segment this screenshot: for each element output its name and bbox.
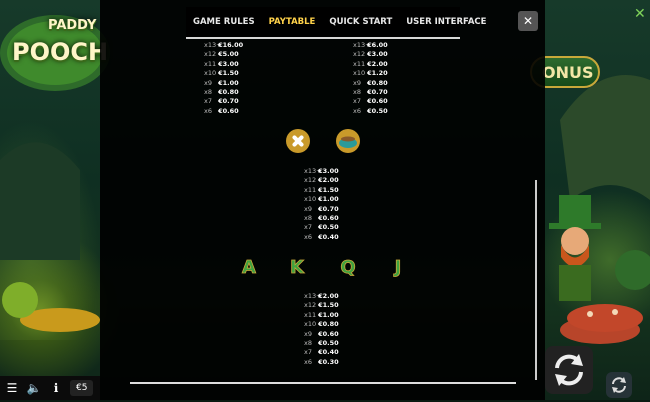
pay-row: x11 €1.00 bbox=[304, 310, 339, 319]
pay-row: x13+ €3.00 bbox=[304, 167, 339, 175]
pay-row: x7 €0.50 bbox=[304, 223, 339, 232]
letter-j-symbol-icon: J bbox=[392, 257, 402, 279]
pay-row: x13+ €2.00 bbox=[304, 292, 339, 300]
pay-row: x10 €0.80 bbox=[304, 320, 339, 329]
logo-line-1: PADDY bbox=[48, 18, 97, 33]
info-icon[interactable]: ℹ bbox=[46, 378, 66, 398]
autoplay-button[interactable] bbox=[606, 372, 632, 398]
pay-row: x10 €1.50 bbox=[204, 69, 239, 78]
tab-paytable[interactable]: PAYTABLE bbox=[262, 14, 323, 30]
tab-quick-start[interactable]: QUICK START bbox=[322, 14, 399, 30]
letter-q-symbol-icon: Q bbox=[340, 257, 356, 279]
pay-row: x12 €5.00 bbox=[204, 50, 239, 59]
pay-row: x12 €3.00 bbox=[353, 50, 388, 59]
pay-row: x8 €0.70 bbox=[353, 88, 388, 97]
spin-button[interactable] bbox=[545, 346, 593, 394]
help-tab-bar: GAME RULES PAYTABLE QUICK START USER INT… bbox=[186, 7, 486, 39]
paytable-top-left: x13+ €16.00 x12 €5.00 x11 €3.00 x10 €1.5… bbox=[204, 41, 243, 116]
svg-text:Q: Q bbox=[340, 257, 355, 278]
tab-game-rules[interactable]: GAME RULES bbox=[186, 14, 262, 30]
svg-text:A: A bbox=[242, 257, 256, 278]
pay-row: x13+ €6.00 bbox=[353, 41, 388, 49]
close-button[interactable]: ✕ bbox=[518, 11, 538, 31]
svg-text:J: J bbox=[393, 257, 402, 278]
pay-row: x9 €0.70 bbox=[304, 204, 339, 213]
pay-row: x7 €0.60 bbox=[353, 97, 388, 106]
pay-row: x11 €3.00 bbox=[204, 59, 239, 68]
pay-row: x8 €0.60 bbox=[304, 214, 339, 223]
paytable-top-right: x13+ €6.00 x12 €3.00 x11 €2.00 x10 €1.20… bbox=[353, 41, 388, 116]
food-bowl-symbol-icon bbox=[336, 129, 360, 153]
letter-a-symbol-icon: A bbox=[242, 257, 257, 279]
pay-row: x6 €0.40 bbox=[304, 232, 339, 241]
pay-row: x10 €1.00 bbox=[304, 195, 339, 204]
green-close-icon[interactable]: ✕ bbox=[634, 6, 646, 22]
leprechaun-character bbox=[549, 195, 601, 301]
pay-row: x11 €2.00 bbox=[353, 59, 388, 68]
pay-row: x10 €1.20 bbox=[353, 69, 388, 78]
pay-row: x9 €1.00 bbox=[204, 78, 239, 87]
game-logo: PADDY POOCH bbox=[0, 8, 110, 93]
paytable-middle: x13+ €3.00 x12 €2.00 x11 €1.50 x10 €1.00… bbox=[304, 167, 339, 242]
pay-row: x9 €0.80 bbox=[353, 78, 388, 87]
pay-row: x9 €0.60 bbox=[304, 329, 339, 338]
pay-row: x8 €0.80 bbox=[204, 88, 239, 97]
tab-user-interface[interactable]: USER INTERFACE bbox=[399, 14, 493, 30]
bone-symbol-icon bbox=[286, 129, 310, 153]
spin-arrows-icon bbox=[555, 354, 583, 386]
pay-row: x12 €1.50 bbox=[304, 301, 339, 310]
pay-row: x7 €0.70 bbox=[204, 97, 239, 106]
pay-row: x8 €0.50 bbox=[304, 339, 339, 348]
mushroom-decoration bbox=[567, 304, 643, 332]
pay-row: x6 €0.30 bbox=[304, 357, 339, 366]
pay-row: x13+ €16.00 bbox=[204, 41, 244, 49]
svg-text:K: K bbox=[290, 257, 305, 278]
autoplay-icon bbox=[612, 377, 626, 393]
panel-bottom-divider bbox=[130, 382, 516, 384]
scrollbar[interactable] bbox=[535, 180, 537, 380]
bottom-control-bar: ☰ 🔈 ℹ €5 bbox=[0, 376, 100, 400]
balance-amount: €5 bbox=[70, 380, 94, 396]
pay-row: x12 €2.00 bbox=[304, 176, 339, 185]
paytable-bottom: x13+ €2.00 x12 €1.50 x11 €1.00 x10 €0.80… bbox=[304, 292, 339, 367]
pay-row: x11 €1.50 bbox=[304, 185, 339, 194]
pay-row: x7 €0.40 bbox=[304, 348, 339, 357]
menu-icon[interactable]: ☰ bbox=[2, 378, 22, 398]
letter-k-symbol-icon: K bbox=[290, 257, 306, 279]
pay-row: x6 €0.60 bbox=[204, 106, 239, 115]
sound-icon[interactable]: 🔈 bbox=[24, 378, 44, 398]
pay-row: x6 €0.50 bbox=[353, 106, 388, 115]
logo-line-2: POOCH bbox=[12, 38, 109, 66]
